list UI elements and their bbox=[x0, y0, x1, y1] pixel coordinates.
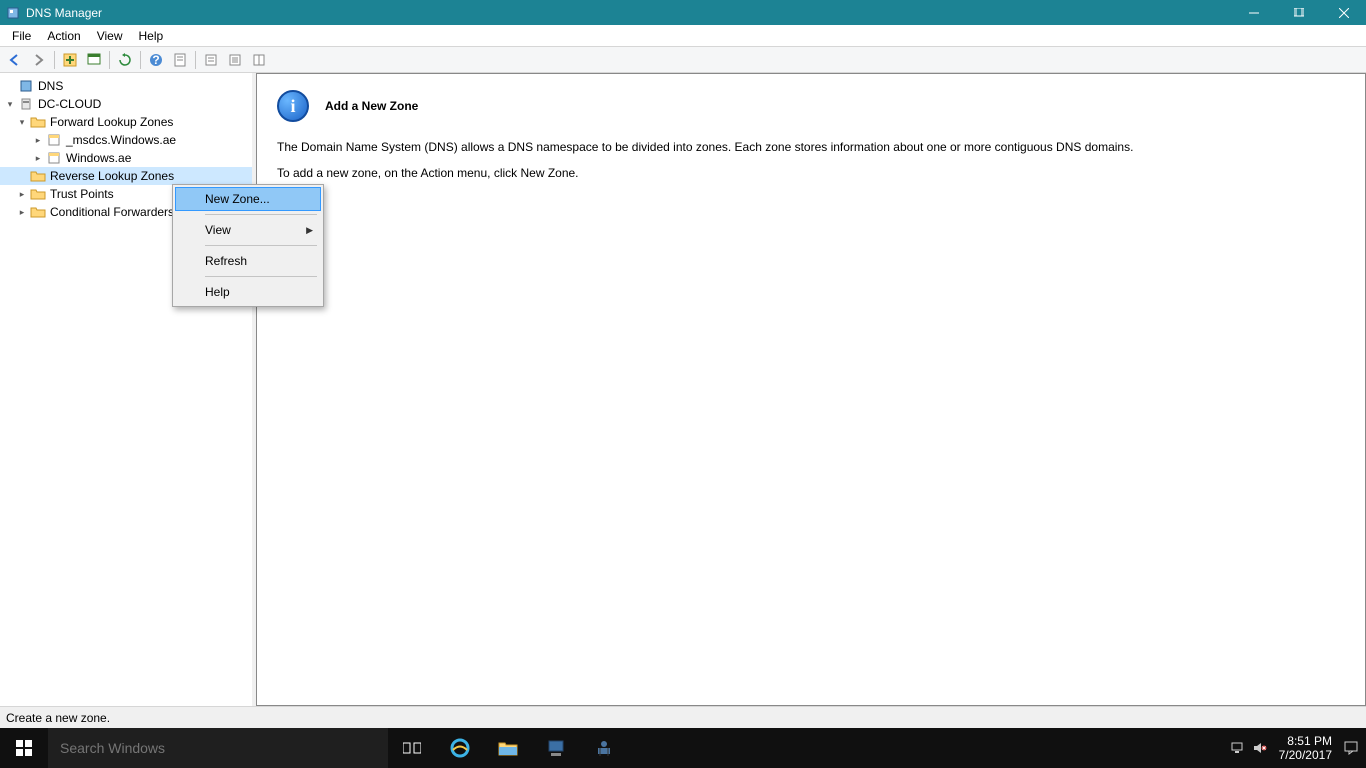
main-area: DNS ▾ DC-CLOUD ▾ Forward Lookup Zones ▸ … bbox=[0, 73, 1366, 706]
context-menu-separator bbox=[205, 245, 317, 246]
context-menu-separator bbox=[205, 214, 317, 215]
forward-button[interactable] bbox=[28, 49, 50, 71]
tree-label: _msdcs.Windows.ae bbox=[66, 133, 176, 147]
context-menu-new-zone[interactable]: New Zone... bbox=[175, 187, 321, 211]
tree-label: Reverse Lookup Zones bbox=[50, 169, 174, 183]
back-button[interactable] bbox=[4, 49, 26, 71]
taskbar-server-manager-icon[interactable] bbox=[532, 728, 580, 768]
menu-bar: File Action View Help bbox=[0, 25, 1366, 47]
tray-notifications-icon[interactable] bbox=[1340, 728, 1362, 768]
context-menu: New Zone... View ▶ Refresh Help bbox=[172, 184, 324, 307]
folder-icon bbox=[30, 205, 46, 219]
zone-icon bbox=[46, 133, 62, 147]
zone-icon bbox=[46, 151, 62, 165]
menu-file[interactable]: File bbox=[4, 27, 39, 45]
maximize-button[interactable] bbox=[1276, 0, 1321, 25]
chevron-right-icon[interactable]: ▸ bbox=[16, 188, 28, 200]
help-button[interactable]: ? bbox=[145, 49, 167, 71]
chevron-down-icon[interactable]: ▾ bbox=[4, 98, 16, 110]
content-title: Add a New Zone bbox=[325, 99, 418, 113]
tree-flz[interactable]: ▾ Forward Lookup Zones bbox=[0, 113, 252, 131]
toolbar-separator bbox=[140, 51, 141, 69]
toolbar-separator bbox=[195, 51, 196, 69]
chevron-right-icon[interactable]: ▸ bbox=[32, 152, 44, 164]
content-body: The Domain Name System (DNS) allows a DN… bbox=[277, 138, 1345, 182]
toolbar-list3-icon[interactable] bbox=[248, 49, 270, 71]
menu-view[interactable]: View bbox=[89, 27, 131, 45]
chevron-right-icon[interactable]: ▸ bbox=[32, 134, 44, 146]
server-icon bbox=[18, 97, 34, 111]
clock-date: 7/20/2017 bbox=[1279, 748, 1332, 762]
info-icon: i bbox=[277, 90, 309, 122]
toolbar-window-icon[interactable] bbox=[83, 49, 105, 71]
toolbar-separator bbox=[54, 51, 55, 69]
context-menu-separator bbox=[205, 276, 317, 277]
tray-volume-icon[interactable] bbox=[1249, 728, 1271, 768]
toolbar-properties-icon[interactable] bbox=[169, 49, 191, 71]
tree-rlz[interactable]: Reverse Lookup Zones bbox=[0, 167, 252, 185]
context-menu-label: Help bbox=[205, 285, 230, 299]
tree-label: Windows.ae bbox=[66, 151, 131, 165]
taskbar-dns-manager-icon[interactable] bbox=[580, 728, 628, 768]
refresh-button[interactable] bbox=[114, 49, 136, 71]
svg-text:?: ? bbox=[152, 53, 159, 67]
tree-root-dns[interactable]: DNS bbox=[0, 77, 252, 95]
expander-spacer bbox=[16, 170, 28, 182]
expander-icon[interactable] bbox=[4, 80, 16, 92]
content-pane: i Add a New Zone The Domain Name System … bbox=[256, 73, 1366, 706]
context-menu-label: New Zone... bbox=[205, 192, 270, 206]
tray-network-icon[interactable] bbox=[1227, 728, 1249, 768]
task-view-button[interactable] bbox=[388, 728, 436, 768]
system-tray: 8:51 PM 7/20/2017 bbox=[1227, 728, 1366, 768]
toolbar-add-icon[interactable] bbox=[59, 49, 81, 71]
chevron-right-icon: ▶ bbox=[306, 225, 313, 236]
context-menu-label: Refresh bbox=[205, 254, 247, 268]
content-p1: The Domain Name System (DNS) allows a DN… bbox=[277, 138, 1345, 156]
tree-server[interactable]: ▾ DC-CLOUD bbox=[0, 95, 252, 113]
search-input[interactable] bbox=[48, 728, 388, 768]
folder-icon bbox=[30, 187, 46, 201]
app-icon bbox=[6, 6, 20, 20]
tree-pane[interactable]: DNS ▾ DC-CLOUD ▾ Forward Lookup Zones ▸ … bbox=[0, 73, 256, 706]
clock-time: 8:51 PM bbox=[1287, 734, 1332, 748]
tree-label: Trust Points bbox=[50, 187, 114, 201]
folder-icon bbox=[30, 115, 46, 129]
toolbar: ? bbox=[0, 47, 1366, 73]
tree-flz-child-0[interactable]: ▸ _msdcs.Windows.ae bbox=[0, 131, 252, 149]
taskbar-ie-icon[interactable] bbox=[436, 728, 484, 768]
taskbar-explorer-icon[interactable] bbox=[484, 728, 532, 768]
tree-label: Conditional Forwarders bbox=[50, 205, 174, 219]
minimize-button[interactable] bbox=[1231, 0, 1276, 25]
taskbar: 8:51 PM 7/20/2017 bbox=[0, 728, 1366, 768]
content-inner: i Add a New Zone The Domain Name System … bbox=[257, 74, 1365, 206]
chevron-down-icon[interactable]: ▾ bbox=[16, 116, 28, 128]
close-button[interactable] bbox=[1321, 0, 1366, 25]
content-p2: To add a new zone, on the Action menu, c… bbox=[277, 164, 1345, 182]
toolbar-separator bbox=[109, 51, 110, 69]
toolbar-list1-icon[interactable] bbox=[200, 49, 222, 71]
window-title: DNS Manager bbox=[26, 6, 1231, 20]
context-menu-help[interactable]: Help bbox=[175, 280, 321, 304]
taskbar-clock[interactable]: 8:51 PM 7/20/2017 bbox=[1271, 734, 1340, 763]
start-button[interactable] bbox=[0, 728, 48, 768]
context-menu-view[interactable]: View ▶ bbox=[175, 218, 321, 242]
tree-label: DC-CLOUD bbox=[38, 97, 101, 111]
context-menu-refresh[interactable]: Refresh bbox=[175, 249, 321, 273]
tree-label: DNS bbox=[38, 79, 63, 93]
context-menu-label: View bbox=[205, 223, 231, 237]
status-bar: Create a new zone. bbox=[0, 706, 1366, 728]
toolbar-list2-icon[interactable] bbox=[224, 49, 246, 71]
content-header: i Add a New Zone bbox=[277, 90, 1345, 122]
tree-flz-child-1[interactable]: ▸ Windows.ae bbox=[0, 149, 252, 167]
status-text: Create a new zone. bbox=[6, 711, 110, 725]
menu-help[interactable]: Help bbox=[131, 27, 172, 45]
folder-icon bbox=[30, 169, 46, 183]
chevron-right-icon[interactable]: ▸ bbox=[16, 206, 28, 218]
title-bar: DNS Manager bbox=[0, 0, 1366, 25]
menu-action[interactable]: Action bbox=[39, 27, 88, 45]
dns-icon bbox=[18, 79, 34, 93]
tree-label: Forward Lookup Zones bbox=[50, 115, 173, 129]
